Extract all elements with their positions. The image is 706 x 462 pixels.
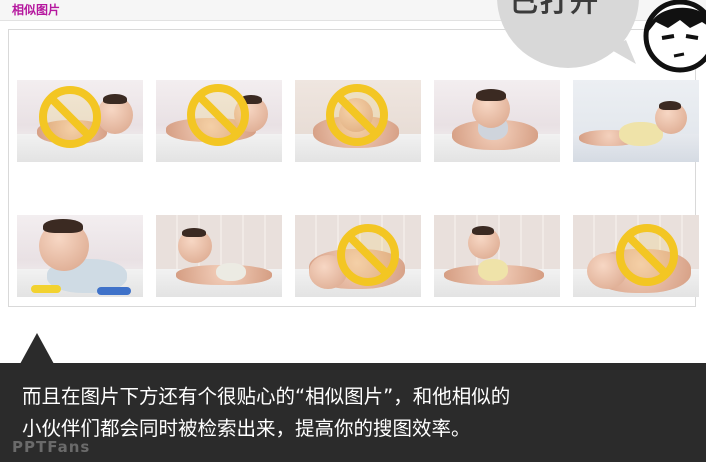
image-thumbnail[interactable] [156, 80, 282, 162]
image-thumbnail[interactable] [295, 80, 421, 162]
image-thumbnail[interactable] [573, 215, 699, 297]
image-thumbnail[interactable] [295, 215, 421, 297]
prohibited-icon [616, 224, 678, 286]
image-thumbnail[interactable] [17, 80, 143, 162]
prohibited-icon [337, 224, 399, 286]
image-thumbnail[interactable] [434, 215, 560, 297]
caption-line-1: 而且在图片下方还有个很贴心的“相似图片”，和他相似的 [22, 385, 511, 408]
image-thumbnail[interactable] [156, 215, 282, 297]
section-title: 相似图片 [12, 3, 61, 17]
prohibited-icon [187, 84, 249, 146]
caption-text: 而且在图片下方还有个很贴心的“相似图片”，和他相似的 小伙伴们都会同时被检索出来… [22, 381, 692, 445]
cartoon-avatar [643, 0, 706, 73]
image-thumbnail[interactable] [17, 215, 143, 297]
image-thumbnail[interactable] [573, 80, 699, 162]
speech-bubble-text: 已打开 [510, 0, 601, 18]
watermark-logo: PPTFans [12, 438, 91, 456]
speech-bubble-tail [608, 40, 636, 64]
caption-pointer [20, 333, 54, 364]
prohibited-icon [326, 84, 388, 146]
image-thumbnail[interactable] [434, 80, 560, 162]
caption-line-2: 小伙伴们都会同时被检索出来，提高你的搜图效率。 [22, 417, 471, 440]
prohibited-icon [39, 86, 101, 148]
